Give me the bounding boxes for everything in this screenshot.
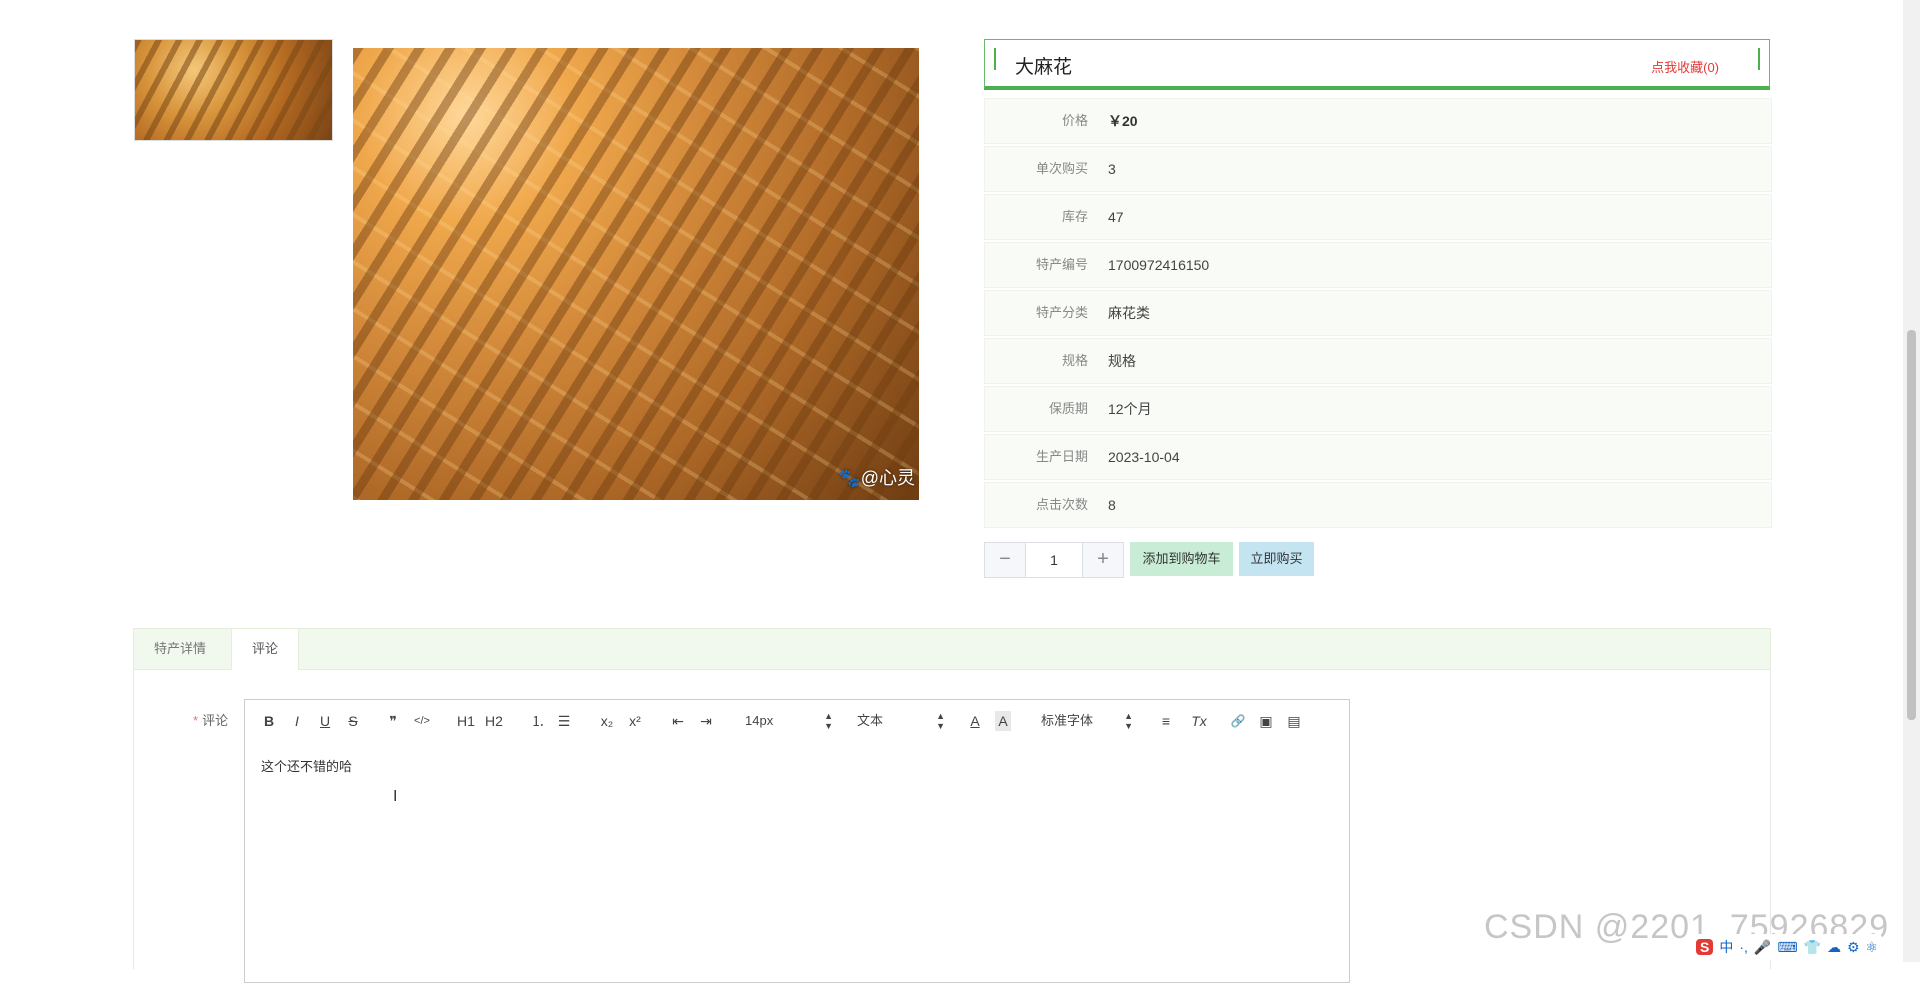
ime-punctuation-icon[interactable]: ·, — [1739, 939, 1748, 955]
comment-text: 这个还不错的哈 — [261, 759, 353, 774]
page-scrollbar[interactable] — [1903, 0, 1920, 962]
ime-cloud-icon[interactable]: ☁ — [1827, 939, 1841, 956]
ime-toolbar: S 中 ·, 🎤 ⌨ 👕 ☁ ⚙ ⚛ — [1692, 934, 1883, 960]
detail-tabs: 特产详情 评论 — [133, 628, 1771, 670]
scrollbar-thumb[interactable] — [1907, 330, 1916, 720]
comment-label: * 评论 — [193, 713, 229, 728]
info-row-click-count: 点击次数 8 — [984, 482, 1772, 528]
header-1-icon[interactable]: H1 — [455, 711, 477, 731]
ime-microphone-icon[interactable]: 🎤 — [1754, 939, 1771, 956]
background-color-icon[interactable]: A — [995, 711, 1011, 731]
info-row-product-id: 特产编号 1700972416150 — [984, 242, 1772, 288]
info-row-spec: 规格 规格 — [984, 338, 1772, 384]
product-main-image: 🐾@心灵 — [353, 48, 919, 500]
quantity-stepper: − 1 + — [984, 542, 1124, 578]
ime-keyboard-icon[interactable]: ⌨ — [1777, 939, 1797, 956]
info-row-production-date: 生产日期 2023-10-04 — [984, 434, 1772, 480]
info-row-price: 价格 ￥20 — [984, 98, 1772, 144]
superscript-icon[interactable]: x² — [625, 711, 645, 731]
clear-format-icon[interactable]: Tx — [1189, 711, 1209, 731]
decrease-quantity-button[interactable]: − — [985, 543, 1026, 577]
bullet-list-icon[interactable]: ☰ — [555, 711, 573, 731]
ime-logo[interactable]: S — [1696, 939, 1714, 955]
image-icon[interactable]: ▣ — [1257, 711, 1275, 731]
buy-now-button[interactable]: 立即购买 — [1239, 542, 1314, 576]
bold-icon[interactable]: B — [261, 711, 277, 731]
outdent-icon[interactable]: ⇤ — [669, 711, 687, 731]
align-icon[interactable]: ≡ — [1157, 711, 1175, 731]
product-name: 大麻花 — [1015, 57, 1073, 78]
blockquote-icon[interactable]: ❞ — [385, 711, 401, 731]
product-thumbnail[interactable] — [134, 39, 333, 141]
code-block-icon[interactable]: </> — [411, 711, 433, 731]
underline-icon[interactable]: U — [317, 711, 333, 731]
ime-skin-icon[interactable]: 👕 — [1804, 939, 1821, 956]
editor-toolbar: B I U S ❞ </> H1 H2 ⒈ ☰ x₂ x² ⇤ ⇥ 14px ▲ ▼… — [244, 699, 1350, 743]
text-color-icon[interactable]: A — [967, 711, 983, 731]
indent-icon[interactable]: ⇥ — [697, 711, 715, 731]
header-select[interactable]: 文本 ▲ ▼ — [857, 711, 945, 731]
text-cursor-icon: I — [393, 788, 398, 805]
ime-more-icon[interactable]: ⚛ — [1866, 939, 1879, 956]
link-icon[interactable]: 🔗 — [1229, 711, 1247, 731]
info-row-stock: 库存 47 — [984, 194, 1772, 240]
select-arrows-icon: ▲ ▼ — [1124, 711, 1133, 731]
left-resize-handle-icon — [993, 48, 997, 76]
image-watermark: 🐾@心灵 — [838, 468, 915, 488]
product-title-bar: 大麻花 点我收藏(0) — [984, 39, 1770, 90]
add-to-cart-button[interactable]: 添加到购物车 — [1130, 542, 1233, 576]
font-size-select[interactable]: 14px ▲ ▼ — [745, 711, 833, 731]
video-icon[interactable]: ▤ — [1285, 711, 1303, 731]
italic-icon[interactable]: I — [289, 711, 305, 731]
header-2-icon[interactable]: H2 — [483, 711, 505, 731]
tab-comments[interactable]: 评论 — [231, 629, 300, 670]
quantity-input[interactable]: 1 — [1026, 543, 1082, 577]
info-row-category: 特产分类 麻花类 — [984, 290, 1772, 336]
increase-quantity-button[interactable]: + — [1082, 543, 1123, 577]
subscript-icon[interactable]: x₂ — [597, 711, 617, 731]
right-resize-handle-icon — [1757, 48, 1761, 76]
tab-product-details[interactable]: 特产详情 — [134, 629, 226, 669]
font-family-select[interactable]: 标准字体 ▲ ▼ — [1041, 711, 1133, 731]
strike-icon[interactable]: S — [345, 711, 361, 731]
select-arrows-icon: ▲ ▼ — [824, 711, 833, 731]
required-mark: * — [193, 713, 199, 728]
info-row-single-buy: 单次购买 3 — [984, 146, 1772, 192]
select-arrows-icon: ▲ ▼ — [936, 711, 945, 731]
ime-settings-icon[interactable]: ⚙ — [1847, 939, 1860, 956]
ime-chinese-mode[interactable]: 中 — [1719, 937, 1733, 957]
ordered-list-icon[interactable]: ⒈ — [529, 711, 547, 731]
favorite-link[interactable]: 点我收藏(0) — [1651, 57, 1719, 76]
info-row-shelf-life: 保质期 12个月 — [984, 386, 1772, 432]
comment-editor[interactable]: 这个还不错的哈 — [244, 742, 1350, 983]
